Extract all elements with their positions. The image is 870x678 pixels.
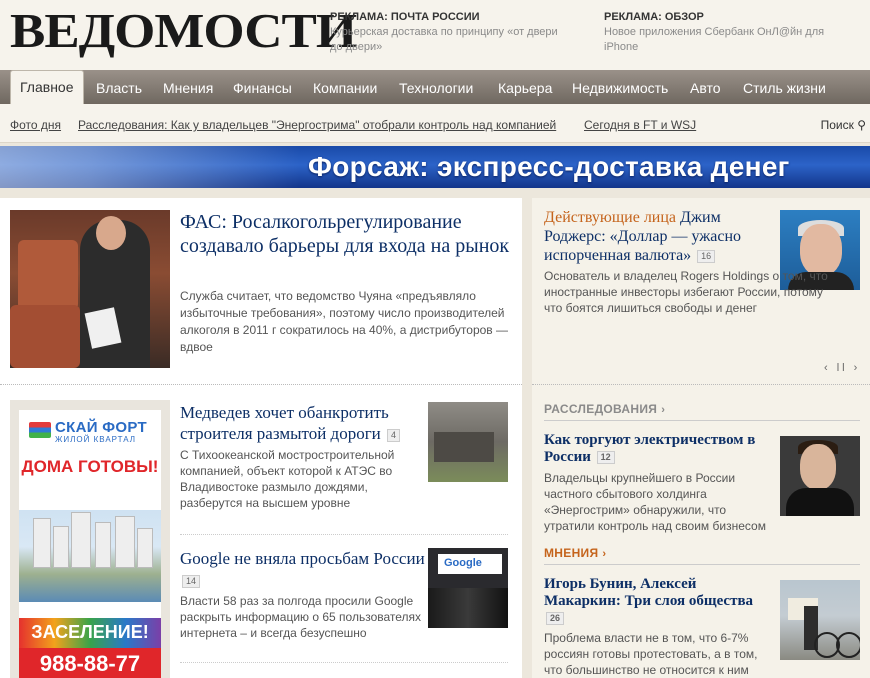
search-button[interactable]: Поиск ⚲ [821, 118, 866, 132]
investigation-headline: Как торгуют электричеством в России 12 [544, 432, 776, 466]
comment-count[interactable]: 4 [387, 428, 401, 442]
site-header: ВЕДОМОСТИ РЕКЛАМА: ПОЧТА РОССИИ Курьерск… [0, 0, 870, 72]
ad-title[interactable]: РЕКЛАМА: ОБЗОР [604, 10, 834, 25]
right-column: Действующие лица Джим Роджерс: «Доллар —… [532, 198, 870, 678]
lead-summary: Служба считает, что ведомство Чуяна «пре… [180, 289, 508, 354]
divider [180, 662, 508, 663]
site-logo[interactable]: ВЕДОМОСТИ [10, 4, 357, 59]
news-summary: Власти 58 раз за полгода просили Google … [180, 594, 422, 640]
google-sign: Google [438, 554, 502, 574]
banner-text: Форсаж: экспресс-доставка денег [308, 151, 790, 182]
nav-item-opinions[interactable]: Мнения [163, 70, 213, 104]
persons-summary: Основатель и владелец Rogers Holdings о … [544, 269, 828, 315]
photo-wheel [836, 632, 860, 658]
photo-face [800, 444, 836, 490]
nav-item-finance[interactable]: Финансы [233, 70, 292, 104]
persons-headline[interactable]: Действующие лица Джим Роджерс: «Доллар —… [544, 208, 776, 265]
main-column: ФАС: Росалкогольрегулирование создавало … [0, 198, 522, 678]
photo-chair [10, 305, 80, 368]
comment-count[interactable]: 16 [697, 249, 716, 263]
nav-item-tech[interactable]: Технологии [399, 70, 473, 104]
opinion-summary: Проблема власти не в том, что 6-7% росси… [544, 631, 758, 677]
section-opinions[interactable]: МНЕНИЯ › [544, 546, 606, 560]
news-item: Медведев хочет обанкротить строителя раз… [180, 402, 430, 511]
building [137, 528, 153, 568]
header-ad-post[interactable]: РЕКЛАМА: ПОЧТА РОССИИ Курьерская доставк… [330, 10, 570, 55]
lead-photo[interactable] [10, 210, 170, 368]
lead-title[interactable]: ФАС: Росалкогольрегулирование создавало … [180, 210, 510, 258]
carousel-pager[interactable]: ‹ ll › [824, 362, 860, 374]
opinion-photo[interactable] [780, 580, 860, 660]
ad-brand-sub: ЖИЛОЙ КВАРТАЛ [55, 435, 137, 444]
news-photo[interactable] [428, 402, 508, 482]
ad-brand: СКАЙ ФОРТ [55, 419, 147, 436]
ad-title[interactable]: РЕКЛАМА: ПОЧТА РОССИИ [330, 10, 570, 25]
photo-ruin [434, 432, 494, 462]
divider [0, 384, 522, 385]
building [95, 522, 111, 568]
header-ad-review[interactable]: РЕКЛАМА: ОБЗОР Новое приложения Сбербанк… [604, 10, 834, 55]
nav-item-auto[interactable]: Авто [690, 70, 721, 104]
news-title-wrap: Медведев хочет обанкротить строителя раз… [180, 402, 430, 444]
news-title[interactable]: Google не вняла просьбам России [180, 549, 425, 568]
chevron-right-icon: › [661, 404, 666, 416]
section-investigations[interactable]: РАССЛЕДОВАНИЯ › [544, 402, 665, 416]
photo-chair [18, 240, 78, 310]
nav-item-realty[interactable]: Недвижимость [572, 70, 668, 104]
ad-city-image [19, 510, 161, 602]
brand-logo-icon [29, 422, 51, 438]
building [33, 518, 51, 568]
news-photo[interactable]: Google [428, 548, 508, 628]
ad-text[interactable]: Курьерская доставка по принципу «от двер… [330, 25, 570, 55]
side-ad[interactable]: СКАЙ ФОРТ ЖИЛОЙ КВАРТАЛ ДОМА ГОТОВЫ! ЗАС… [10, 400, 170, 678]
divider [532, 384, 870, 385]
ad-phone: 988-88-77 [19, 648, 161, 678]
subnav-investigation[interactable]: Расследования: Как у владельцев "Энергос… [78, 118, 556, 132]
building [71, 512, 91, 568]
section-label: МНЕНИЯ [544, 546, 599, 560]
nav-item-power[interactable]: Власть [96, 70, 142, 104]
building [53, 526, 69, 568]
comment-count[interactable]: 26 [546, 612, 565, 626]
nav-item-companies[interactable]: Компании [313, 70, 377, 104]
subnav-ft-wsj[interactable]: Сегодня в FT и WSJ [584, 118, 696, 132]
news-item: Google не вняла просьбам России 14 Власт… [180, 548, 430, 641]
ad-settle: ЗАСЕЛЕНИЕ! [31, 622, 149, 642]
persons-block: Действующие лица Джим Роджерс: «Доллар —… [532, 198, 870, 384]
news-title-wrap: Google не вняла просьбам России 14 [180, 548, 430, 590]
ad-headline: ДОМА ГОТОВЫ! [21, 457, 159, 476]
banner-decoration [0, 146, 300, 188]
search-label: Поиск [820, 118, 854, 132]
sub-nav: Фото дня Расследования: Как у владельцев… [0, 104, 870, 143]
persons-rubric[interactable]: Действующие лица [544, 209, 676, 226]
side-ad-creative[interactable]: СКАЙ ФОРТ ЖИЛОЙ КВАРТАЛ ДОМА ГОТОВЫ! ЗАС… [19, 410, 161, 678]
investigation-summary: Владельцы крупнейшего в России частного … [544, 471, 766, 533]
news-title[interactable]: Медведев хочет обанкротить строителя раз… [180, 403, 389, 443]
building [115, 516, 135, 568]
subnav-photo-of-day[interactable]: Фото дня [10, 118, 61, 132]
opinion-title[interactable]: Игорь Бунин, Алексей Макаркин: Три слоя … [544, 576, 753, 609]
comment-count[interactable]: 14 [182, 574, 201, 588]
news-summary: С Тихоокеанской мостростроительной компа… [180, 448, 395, 510]
nav-item-lifestyle[interactable]: Стиль жизни [743, 70, 826, 104]
divider [544, 564, 860, 565]
investigation-title[interactable]: Как торгуют электричеством в России [544, 432, 755, 465]
nav-item-career[interactable]: Карьера [498, 70, 552, 104]
photo-head [96, 216, 126, 250]
search-icon: ⚲ [857, 118, 866, 132]
comment-count[interactable]: 12 [596, 451, 615, 465]
photo-body [786, 488, 854, 516]
main-nav: Главное Власть Мнения Финансы Компании Т… [0, 70, 870, 105]
nav-item-main[interactable]: Главное [10, 70, 84, 105]
investigation-photo[interactable] [780, 436, 860, 516]
divider [180, 534, 508, 535]
section-label: РАССЛЕДОВАНИЯ [544, 402, 658, 416]
photo-people [428, 588, 508, 628]
chevron-right-icon: › [602, 548, 607, 560]
ad-text[interactable]: Новое приложения Сбербанк ОнЛ@йн для iPh… [604, 25, 834, 55]
opinion-headline: Игорь Бунин, Алексей Макаркин: Три слоя … [544, 576, 776, 627]
divider [544, 420, 860, 421]
banner-ad[interactable]: Форсаж: экспресс-доставка денег [0, 146, 870, 188]
